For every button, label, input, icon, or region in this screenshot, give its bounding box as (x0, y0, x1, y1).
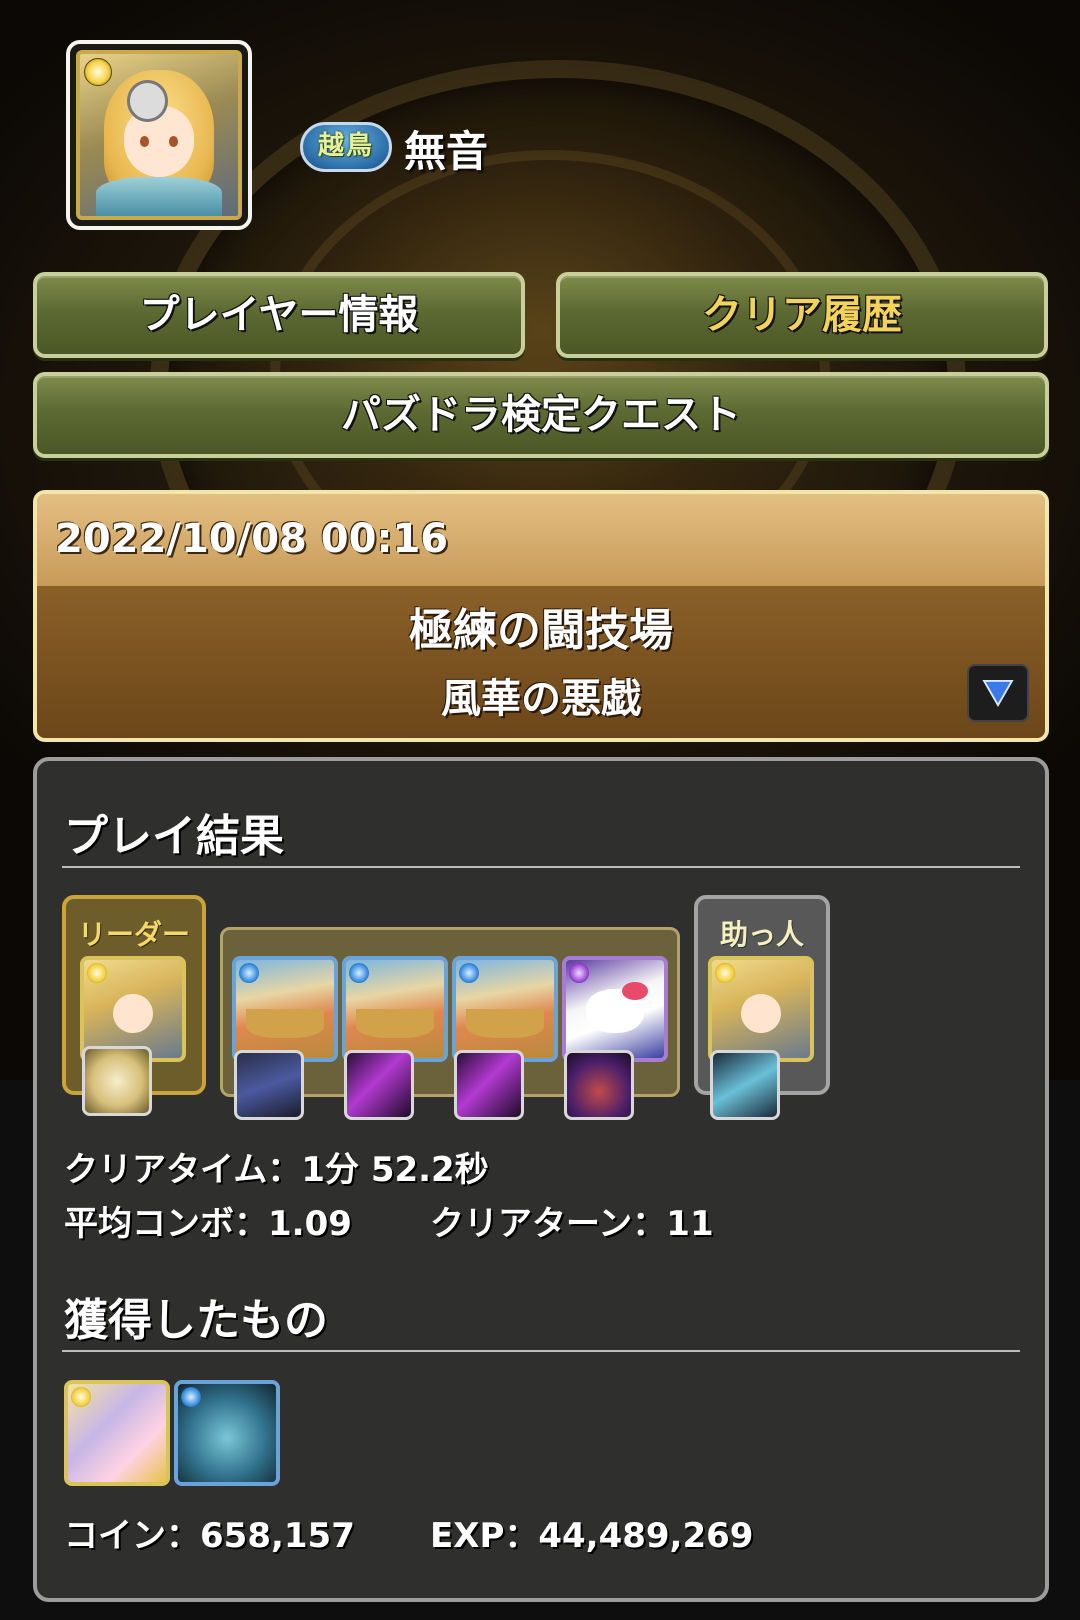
exp-total: EXP：44,489,269 (430, 1516, 754, 1556)
coin-total: コイン：658,157 (64, 1516, 355, 1556)
sword-icon[interactable] (344, 1050, 414, 1120)
triangle-down-icon (982, 679, 1014, 707)
card-icon[interactable] (234, 1050, 304, 1120)
light-attribute-icon (84, 58, 112, 86)
results-title: プレイ結果 (64, 811, 284, 862)
leader-label: リーダー (77, 918, 190, 951)
clear-record-card[interactable]: 2022/10/08 00:16 極練の闘技場 風華の悪戯 (33, 490, 1049, 742)
witch-icon[interactable] (564, 1050, 634, 1120)
blonde-girl-icon (76, 50, 242, 220)
rank-badge: 越鳥 (300, 122, 392, 172)
sword-icon[interactable] (454, 1050, 524, 1120)
ship-monster-icon[interactable] (232, 956, 338, 1062)
drops-divider (62, 1350, 1020, 1352)
water-attribute-icon (349, 963, 369, 983)
floor-name: 風華の悪戯 (441, 676, 641, 722)
medal-icon[interactable] (82, 1046, 152, 1116)
average-combo: 平均コンボ：1.09 (64, 1204, 352, 1244)
water-attribute-icon (239, 963, 259, 983)
evolution-material-icon[interactable] (64, 1380, 170, 1486)
light-attribute-icon (87, 963, 107, 983)
clear-history-button[interactable]: クリア履歴 (556, 272, 1048, 358)
light-attribute-icon (715, 963, 735, 983)
water-attribute-icon (181, 1387, 201, 1407)
quest-button[interactable]: パズドラ検定クエスト (33, 372, 1049, 458)
clear-turn: クリアターン：11 (430, 1204, 714, 1244)
drops-title: 獲得したもの (64, 1295, 328, 1346)
expand-button[interactable] (967, 664, 1029, 722)
light-attribute-icon (71, 1387, 91, 1407)
ship-monster-icon[interactable] (452, 956, 558, 1062)
water-attribute-icon (459, 963, 479, 983)
player-info-button[interactable]: プレイヤー情報 (33, 272, 525, 358)
clear-time: クリアタイム：1分 52.2秒 (64, 1150, 489, 1190)
helper-label: 助っ人 (719, 918, 804, 951)
record-datetime: 2022/10/08 00:16 (55, 516, 449, 562)
spear-icon[interactable] (710, 1050, 780, 1120)
results-divider (62, 866, 1020, 868)
player-name: 無音 (404, 127, 489, 176)
dungeon-name: 極練の闘技場 (409, 605, 673, 656)
blue-monster-icon[interactable] (174, 1380, 280, 1486)
dark-attribute-icon (569, 963, 589, 983)
ship-monster-icon[interactable] (342, 956, 448, 1062)
player-avatar[interactable] (66, 40, 252, 230)
blonde-girl-icon[interactable] (708, 956, 814, 1062)
hello-kitty-icon[interactable] (562, 956, 668, 1062)
